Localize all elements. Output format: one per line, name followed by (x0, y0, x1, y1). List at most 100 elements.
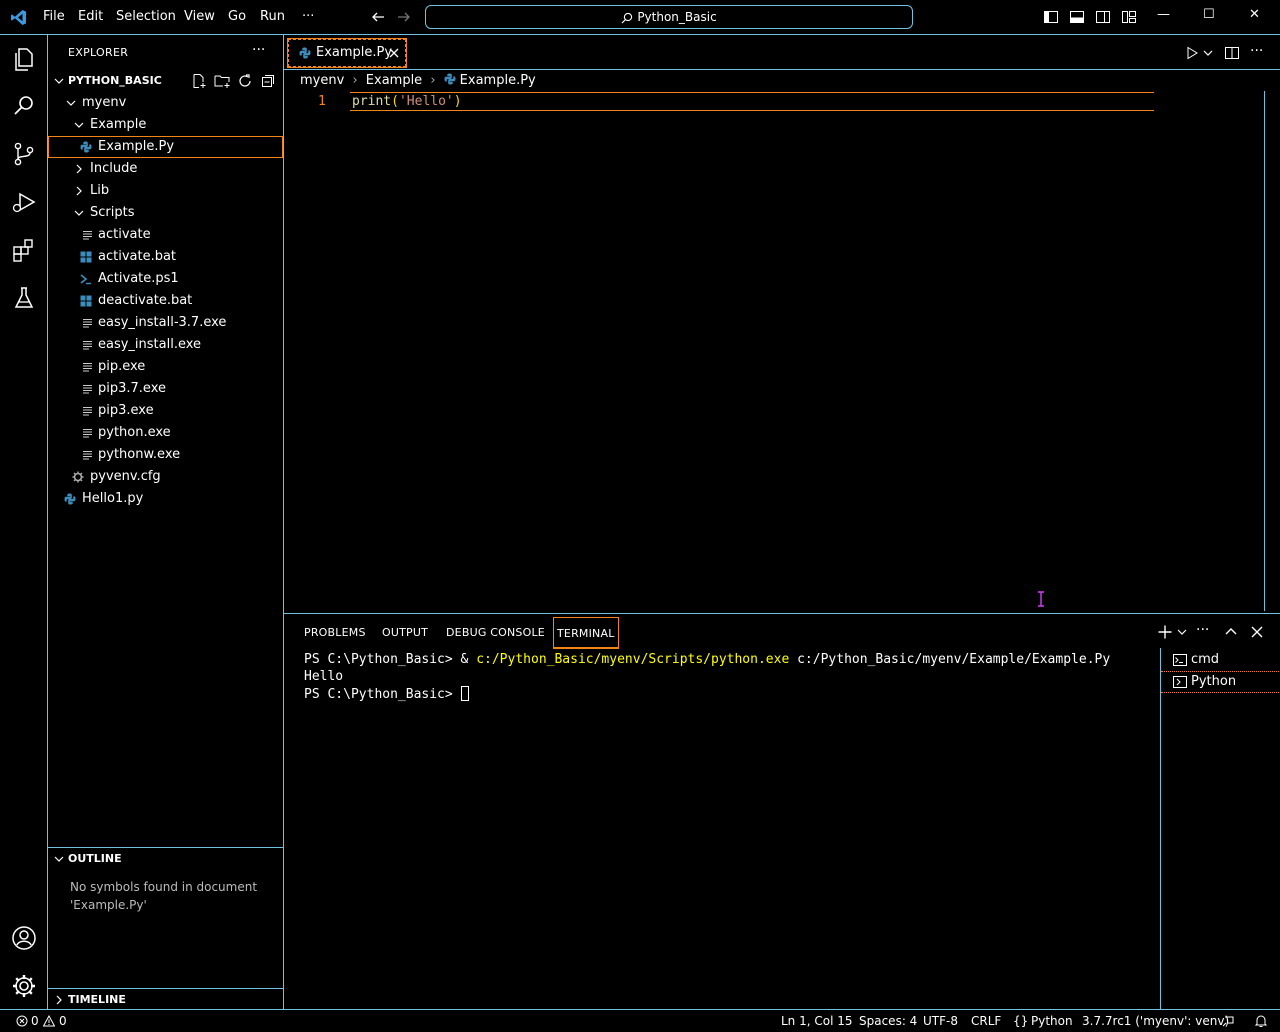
run-python-file-icon[interactable] (1184, 45, 1200, 61)
tree-folder-example[interactable]: Example (48, 114, 283, 136)
source-control-icon[interactable] (10, 140, 38, 168)
tree-file-hello1-py[interactable]: Hello1.py (48, 488, 283, 510)
feedback-icon[interactable] (1221, 1014, 1235, 1028)
close-panel-icon[interactable] (1249, 624, 1265, 640)
tree-label: Example (90, 117, 147, 132)
language-mode[interactable]: Python (1031, 1014, 1073, 1028)
tree-file[interactable]: pip.exe (48, 356, 283, 378)
back-arrow-icon[interactable] (370, 9, 386, 25)
new-file-icon[interactable] (191, 73, 207, 89)
menu-edit[interactable]: Edit (78, 9, 103, 24)
tree-label: python.exe (98, 425, 171, 440)
customize-layout-icon[interactable] (1121, 9, 1137, 25)
chevron-down-icon[interactable] (1203, 48, 1213, 58)
terminal-line-command: PS C:\Python_Basic> & c:/Python_Basic/my… (304, 652, 1110, 667)
panel-tab-terminal[interactable]: TERMINAL (553, 617, 619, 649)
python-file-icon (444, 73, 456, 85)
collapse-all-icon[interactable] (260, 73, 276, 89)
tree-file[interactable]: deactivate.bat (48, 290, 283, 312)
notifications-bell-icon[interactable] (1254, 1014, 1268, 1028)
tree-file[interactable]: pip3.exe (48, 400, 283, 422)
tree-folder-myenv[interactable]: myenv (48, 92, 283, 114)
menu-run[interactable]: Run (260, 9, 285, 24)
command-center-label: Python_Basic (637, 10, 717, 24)
error-count[interactable]: 0 (31, 1014, 39, 1028)
tree-file[interactable]: pip3.7.exe (48, 378, 283, 400)
python-file-icon (299, 47, 311, 59)
toggle-secondary-sidebar-icon[interactable] (1095, 9, 1111, 25)
refresh-icon[interactable] (237, 73, 253, 89)
extensions-icon[interactable] (10, 236, 38, 264)
command-center-search[interactable]: Python_Basic (425, 5, 913, 29)
minimize-button[interactable]: — (1157, 7, 1170, 22)
close-tab-icon[interactable] (388, 47, 400, 59)
terminal-tab-cmd[interactable]: cmd (1161, 649, 1280, 671)
sidebar-more-actions[interactable]: ··· (252, 42, 265, 58)
workspace-root-header[interactable]: PYTHON_BASIC (48, 70, 283, 92)
python-interpreter[interactable]: 3.7.7rc1 ('myenv': venv) (1082, 1014, 1229, 1028)
warning-triangle-icon[interactable] (43, 1015, 55, 1027)
menu-selection[interactable]: Selection (116, 9, 176, 24)
tree-file[interactable]: pythonw.exe (48, 444, 283, 466)
editor-tab-example-py[interactable]: Example.Py (287, 38, 407, 68)
manage-gear-icon[interactable] (10, 972, 38, 1000)
outline-empty-message: No symbols found in document 'Example.Py… (70, 880, 258, 912)
editor-more-actions[interactable]: ··· (1250, 43, 1263, 59)
breadcrumb-item[interactable]: Example (366, 73, 422, 88)
cursor-position[interactable]: Ln 1, Col 15 (781, 1014, 853, 1028)
menu-file[interactable]: File (43, 9, 65, 24)
error-circle-icon[interactable] (16, 1015, 28, 1027)
tree-file[interactable]: Activate.ps1 (48, 268, 283, 290)
panel-tab-problems[interactable]: PROBLEMS (304, 626, 366, 639)
explorer-files-icon[interactable] (10, 45, 38, 73)
tree-folder-include[interactable]: Include (48, 158, 283, 180)
panel-tab-output[interactable]: OUTPUT (382, 626, 428, 639)
panel-more-actions[interactable]: ··· (1196, 622, 1209, 638)
tree-file[interactable]: easy_install.exe (48, 334, 283, 356)
timeline-header[interactable]: TIMELINE (48, 988, 283, 1010)
tree-file[interactable]: easy_install-3.7.exe (48, 312, 283, 334)
maximize-panel-chevron-up-icon[interactable] (1223, 624, 1239, 640)
outline-header[interactable]: OUTLINE (48, 847, 283, 869)
new-folder-icon[interactable] (214, 73, 230, 89)
text-file-icon (82, 449, 94, 461)
breadcrumb-item[interactable]: Example.Py (460, 73, 536, 88)
menu-more[interactable]: ··· (302, 9, 314, 24)
breadcrumb-item[interactable]: myenv (300, 73, 344, 88)
maximize-button[interactable]: ☐ (1203, 7, 1215, 22)
code-line-current[interactable]: print('Hello') (350, 92, 1154, 111)
indentation[interactable]: Spaces: 4 (859, 1014, 917, 1028)
warning-count[interactable]: 0 (59, 1014, 67, 1028)
terminal-line-prompt[interactable]: PS C:\Python_Basic> (304, 686, 469, 702)
search-icon[interactable] (10, 92, 38, 120)
tree-file-example-py[interactable]: Example.Py (48, 136, 283, 158)
toggle-primary-sidebar-icon[interactable] (1043, 9, 1059, 25)
tree-file[interactable]: activate.bat (48, 246, 283, 268)
end-of-line[interactable]: CRLF (971, 1014, 1001, 1028)
testing-flask-icon[interactable] (10, 284, 38, 312)
menu-go[interactable]: Go (228, 9, 246, 24)
tree-folder-scripts[interactable]: Scripts (48, 202, 283, 224)
new-terminal-plus-icon[interactable] (1157, 624, 1173, 640)
tree-label: Scripts (90, 205, 135, 220)
forward-arrow-icon[interactable] (396, 9, 412, 25)
close-window-button[interactable]: ✕ (1249, 7, 1260, 22)
split-editor-icon[interactable] (1224, 45, 1240, 61)
terminal-tab-python[interactable]: Python (1161, 671, 1280, 693)
status-bar: 0 0 Ln 1, Col 15 Spaces: 4 UTF-8 CRLF {}… (0, 1009, 1280, 1032)
explorer-sidebar: EXPLORER ··· PYTHON_BASIC myenv Example … (48, 35, 284, 1009)
editor-scrollbar[interactable] (1264, 91, 1265, 611)
run-and-debug-icon[interactable] (10, 188, 38, 216)
tree-file[interactable]: pyvenv.cfg (48, 466, 283, 488)
accounts-icon[interactable] (10, 924, 38, 952)
toggle-panel-icon[interactable] (1069, 9, 1085, 25)
tree-file[interactable]: activate (48, 224, 283, 246)
tree-file[interactable]: python.exe (48, 422, 283, 444)
breadcrumb: myenv › Example › Example.Py (300, 73, 536, 88)
encoding[interactable]: UTF-8 (923, 1014, 958, 1028)
menu-view[interactable]: View (184, 9, 215, 24)
chevron-down-icon[interactable] (1177, 627, 1187, 637)
tree-folder-lib[interactable]: Lib (48, 180, 283, 202)
panel-tab-debug-console[interactable]: DEBUG CONSOLE (446, 626, 545, 639)
terminal-tab-label: cmd (1191, 652, 1220, 667)
